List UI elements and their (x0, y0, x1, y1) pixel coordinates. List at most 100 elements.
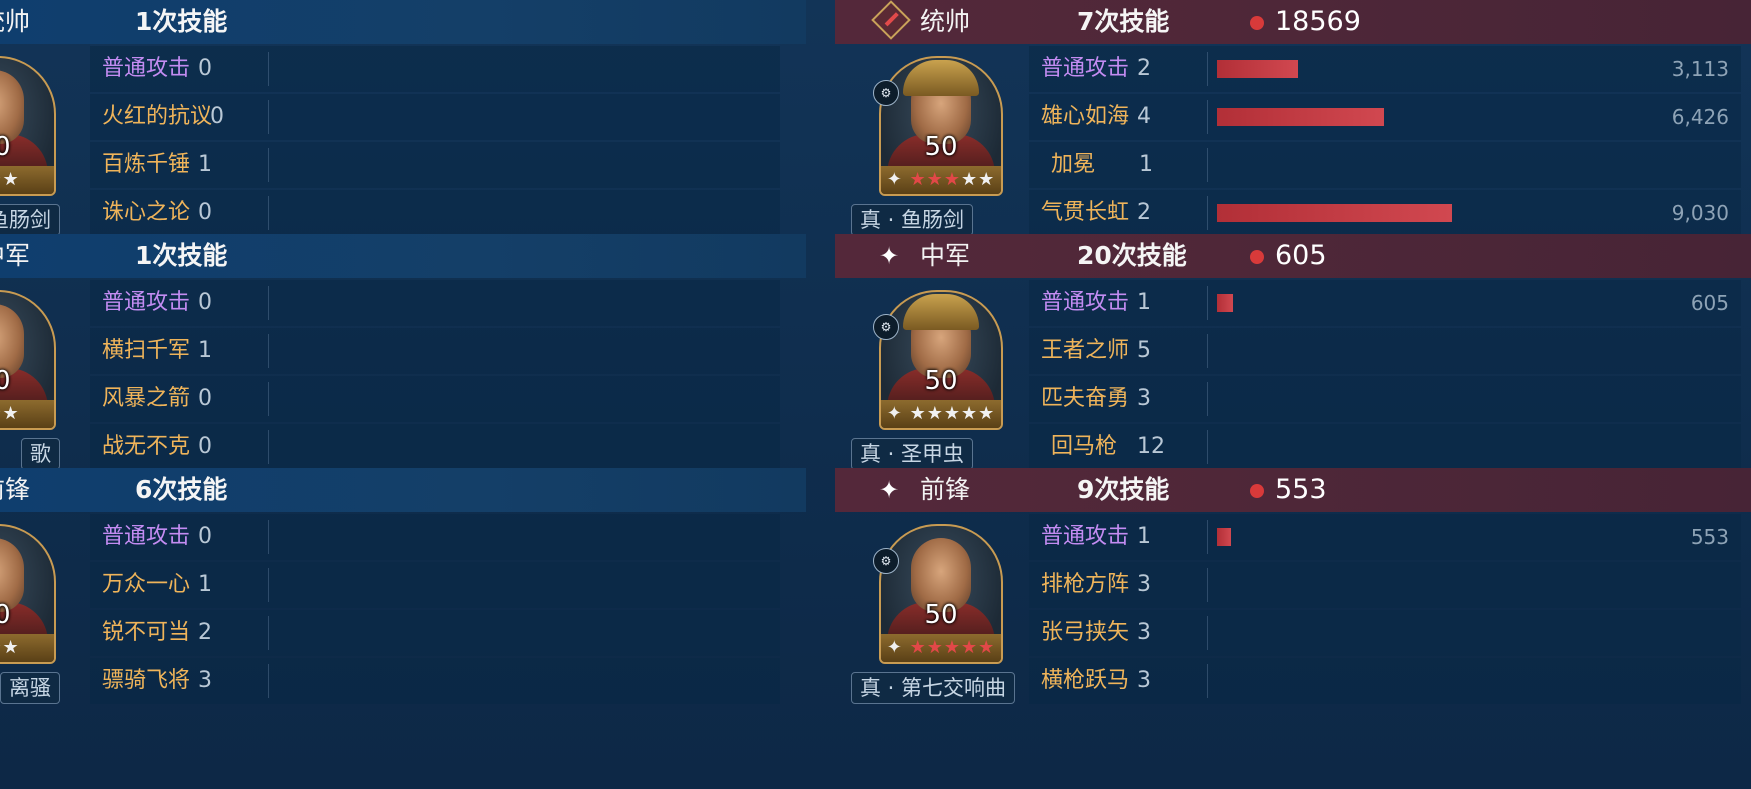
cannon-icon: ⚙ (873, 548, 899, 574)
skill-name: 锐不可当 (102, 620, 191, 645)
position-label: 中军 (0, 241, 31, 270)
row-divider (268, 148, 269, 182)
right-section-0: 统帅 7次技能 18569 50 ✦ ★★★★★ ⚙ 真 · 鱼肠剑 普通攻击 2 3,113 雄心… (835, 0, 1751, 262)
star-rating: ★★★ (0, 403, 20, 424)
skill-row: 战无不克 0 (90, 424, 780, 470)
row-divider (268, 616, 269, 650)
hero-portrait[interactable]: 50 ★★★ (0, 56, 56, 196)
treasure-tag[interactable]: 歌 (21, 438, 60, 470)
skill-name: 普通攻击 (1041, 56, 1130, 81)
awaken-icon: ✦ (886, 403, 910, 424)
skill-name: 雄心如海 (1041, 104, 1130, 129)
damage-bar (1217, 108, 1384, 126)
skill-row: 横枪跃马 3 (1029, 658, 1741, 704)
skill-damage: 605 (1690, 291, 1729, 315)
total-damage: 18569 (1275, 6, 1361, 37)
skill-trigger-count: 1 (198, 338, 212, 363)
skill-row: 普通攻击 0 (90, 46, 780, 92)
skill-trigger-count: 2 (1137, 200, 1151, 225)
right-section-1: ✦ 中军 20次技能 605 50 ✦ ★★★★★ ⚙ 真 · 圣甲虫 普通攻击 1 605 王者之师… (835, 234, 1751, 496)
row-divider (1207, 520, 1208, 554)
hero-helmet (903, 60, 979, 96)
hero-level: 50 (924, 600, 958, 630)
skill-name: 战无不克 (102, 434, 191, 459)
skill-row: 普通攻击 0 (90, 514, 780, 560)
treasure-tag[interactable]: 鱼肠剑 (0, 204, 60, 236)
four-point-star-icon: ✦ (878, 476, 900, 504)
row-divider (1207, 148, 1208, 182)
skill-trigger-count: 3 (1137, 572, 1151, 597)
total-damage: 605 (1275, 240, 1327, 271)
hero-level: 50 (0, 600, 54, 630)
damage-bar (1217, 204, 1452, 222)
skill-name: 普通攻击 (102, 524, 191, 549)
skill-row: 匹夫奋勇 3 (1029, 376, 1741, 422)
skill-row: 火红的抗议 0 (90, 94, 780, 140)
skill-row: 风暴之箭 0 (90, 376, 780, 422)
treasure-tag[interactable]: 真 · 鱼肠剑 (851, 204, 974, 236)
skill-name: 骠骑飞将 (102, 668, 191, 693)
skill-trigger-count: 0 (198, 290, 212, 315)
skill-trigger-count: 0 (198, 386, 212, 411)
skill-row: 普通攻击 2 3,113 (1029, 46, 1741, 92)
treasure-tag[interactable]: 真 · 圣甲虫 (851, 438, 974, 470)
row-divider (1207, 430, 1208, 464)
row-divider (268, 52, 269, 86)
skill-count: 1次技能 (135, 241, 228, 270)
position-label: 统帅 (0, 7, 31, 36)
skill-count: 9次技能 (1077, 475, 1170, 504)
skill-count: 1次技能 (135, 7, 228, 36)
skill-row: 万众一心 1 (90, 562, 780, 608)
row-divider (1207, 196, 1208, 230)
skill-trigger-count: 3 (1137, 620, 1151, 645)
row-divider (1207, 568, 1208, 602)
skill-trigger-count: 2 (1137, 56, 1151, 81)
hero-level: 50 (0, 132, 54, 162)
cannon-icon: ⚙ (873, 80, 899, 106)
section-header: ✦ 前锋 9次技能 553 (835, 468, 1751, 512)
damage-dot-icon (1250, 16, 1264, 30)
hero-stars: ★★★ (0, 400, 54, 428)
skill-damage: 3,113 (1671, 57, 1729, 81)
skill-trigger-count: 0 (210, 104, 224, 129)
treasure-tag[interactable]: 真 · 第七交响曲 (851, 672, 1016, 704)
skill-name: 张弓挟矢 (1041, 620, 1130, 645)
hero-portrait[interactable]: 50 ★★★ (0, 524, 56, 664)
row-divider (268, 430, 269, 464)
skill-name: 火红的抗议 (102, 104, 213, 129)
skill-trigger-count: 3 (1137, 668, 1151, 693)
skill-row: 普通攻击 0 (90, 280, 780, 326)
skill-row: 回马枪 12 (1029, 424, 1741, 470)
skill-damage: 553 (1690, 525, 1729, 549)
damage-bar (1217, 528, 1231, 546)
skill-row: 横扫千军 1 (90, 328, 780, 374)
crossed-swords-diamond-icon (871, 0, 911, 40)
skill-trigger-count: 0 (198, 200, 212, 225)
skill-trigger-count: 1 (198, 572, 212, 597)
skill-row: 普通攻击 1 553 (1029, 514, 1741, 560)
hero-stars: ★★★ (0, 166, 54, 194)
skill-name: 风暴之箭 (102, 386, 191, 411)
row-divider (1207, 334, 1208, 368)
row-divider (1207, 382, 1208, 416)
hero-portrait[interactable]: 50 ★★★ (0, 290, 56, 430)
skill-row: 诛心之论 0 (90, 190, 780, 236)
hero-portrait[interactable]: 50 ✦ ★★★★★ (879, 56, 1003, 196)
hero-stars: ✦ ★★★★★ (881, 400, 1001, 428)
skill-name: 加冕 (1051, 152, 1096, 177)
row-divider (268, 664, 269, 698)
skill-count: 20次技能 (1077, 241, 1187, 270)
row-divider (1207, 286, 1208, 320)
skill-trigger-count: 1 (1137, 290, 1151, 315)
section-header: 中军 1次技能 (0, 234, 806, 278)
hero-portrait[interactable]: 50 ✦ ★★★★★ (879, 290, 1003, 430)
damage-dot-icon (1250, 250, 1264, 264)
treasure-tag[interactable]: 离骚 (0, 672, 60, 704)
skill-count: 7次技能 (1077, 7, 1170, 36)
row-divider (1207, 664, 1208, 698)
row-divider (268, 196, 269, 230)
skill-name: 排枪方阵 (1041, 572, 1130, 597)
star-rating: ★★★ (0, 637, 20, 658)
hero-portrait[interactable]: 50 ✦ ★★★★★ (879, 524, 1003, 664)
hero-level: 50 (924, 366, 958, 396)
